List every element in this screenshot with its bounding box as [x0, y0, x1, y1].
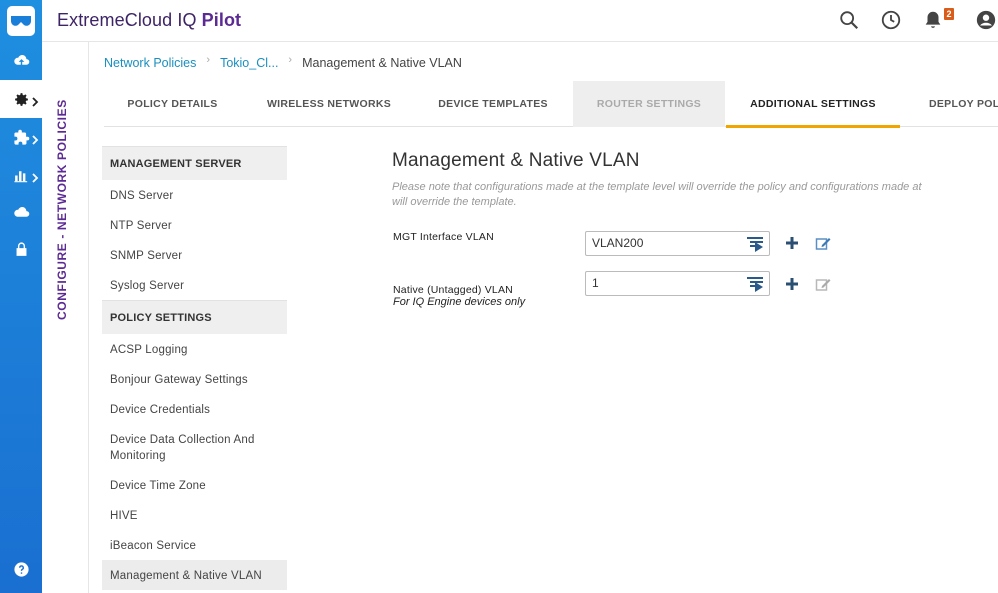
menu-item-acsp-logging[interactable]: ACSP Logging [102, 334, 287, 364]
chevron-right-icon [31, 132, 39, 145]
main-panel: Management & Native VLAN Please note tha… [392, 150, 998, 210]
breadcrumb: Network Policies › Tokio_Cl... › Managem… [104, 54, 462, 70]
tab-deploy-policy[interactable]: DEPLOY POLIC [918, 81, 998, 127]
override-note-continued: will override the template. [392, 196, 517, 208]
breadcrumb-current: Management & Native VLAN [302, 56, 462, 70]
tab-wireless-networks[interactable]: WIRELESS NETWORKS [254, 81, 404, 127]
menu-item-snmp-server[interactable]: SNMP Server [102, 240, 287, 270]
native-vlan-label: Native (Untagged) VLAN [393, 284, 513, 296]
breadcrumb-separator-icon: › [288, 54, 293, 66]
object-picker-icon[interactable] [747, 276, 765, 292]
policy-tabs: POLICY DETAILS WIRELESS NETWORKS DEVICE … [104, 81, 998, 128]
menu-item-dns-server[interactable]: DNS Server [102, 180, 287, 210]
puzzle-icon[interactable] [0, 118, 42, 156]
settings-menu: MANAGEMENT SERVER DNS Server NTP Server … [102, 146, 287, 590]
menu-item-hive[interactable]: HIVE [102, 500, 287, 530]
edit-native-vlan-icon [815, 276, 831, 292]
menu-item-ibeacon-service[interactable]: iBeacon Service [102, 530, 287, 560]
help-icon[interactable] [0, 550, 42, 588]
tab-additional-settings[interactable]: ADDITIONAL SETTINGS [726, 81, 900, 128]
menu-item-device-time-zone[interactable]: Device Time Zone [102, 470, 287, 500]
tab-device-templates[interactable]: DEVICE TEMPLATES [422, 81, 564, 127]
mgt-vlan-select[interactable]: VLAN200 [585, 231, 770, 256]
menu-item-device-data-collection[interactable]: Device Data Collection And Monitoring [102, 424, 287, 470]
extreme-logo-icon[interactable] [7, 6, 35, 36]
native-vlan-sublabel-text: For IQ Engine devices only [393, 296, 526, 308]
configure-gear-icon[interactable] [0, 80, 42, 118]
lock-icon[interactable] [0, 230, 42, 268]
native-vlan-sublabel: For IQ Engine devices only [393, 296, 525, 308]
chevron-right-icon [31, 94, 39, 107]
mgt-vlan-label: MGT Interface VLAN [393, 231, 494, 243]
menu-section-policy-settings: POLICY SETTINGS [102, 300, 287, 334]
mgt-vlan-value: VLAN200 [592, 236, 644, 250]
breadcrumb-policy[interactable]: Tokio_Cl... [220, 56, 278, 70]
left-nav-rail [0, 0, 42, 593]
menu-item-management-native-vlan[interactable]: Management & Native VLAN [102, 560, 287, 590]
chevron-right-icon [31, 170, 39, 183]
menu-item-syslog-server[interactable]: Syslog Server [102, 270, 287, 300]
brand-prefix: ExtremeCloud IQ [57, 10, 202, 30]
native-vlan-value: 1 [592, 276, 599, 290]
menu-item-device-credentials[interactable]: Device Credentials [102, 394, 287, 424]
page-title: Management & Native VLAN [392, 150, 640, 171]
section-strip: CONFIGURE - NETWORK POLICIES [42, 42, 89, 593]
section-strip-label: CONFIGURE - NETWORK POLICIES [55, 99, 69, 320]
edit-mgt-vlan-icon[interactable] [815, 235, 831, 251]
add-mgt-vlan-icon[interactable] [785, 236, 799, 250]
user-account-icon[interactable] [975, 9, 997, 31]
cloud-icon[interactable] [0, 193, 42, 231]
tab-policy-details[interactable]: POLICY DETAILS [104, 81, 241, 127]
breadcrumb-network-policies[interactable]: Network Policies [104, 56, 196, 70]
add-native-vlan-icon[interactable] [785, 277, 799, 291]
menu-section-management-server: MANAGEMENT SERVER [102, 146, 287, 180]
override-note: Please note that configurations made at … [392, 181, 922, 193]
brand-suffix: Pilot [201, 10, 242, 30]
menu-item-bonjour-gateway[interactable]: Bonjour Gateway Settings [102, 364, 287, 394]
notification-badge: 2 [944, 8, 954, 20]
tab-router-settings: ROUTER SETTINGS [573, 81, 725, 127]
cloud-upload-icon[interactable] [0, 41, 42, 79]
clock-icon[interactable] [880, 9, 902, 31]
breadcrumb-separator-icon: › [206, 54, 211, 66]
object-picker-icon[interactable] [747, 236, 765, 252]
app-brand[interactable]: ExtremeCloud IQ Pilot [57, 10, 241, 31]
notification-bell-icon[interactable] [922, 9, 944, 31]
menu-item-ntp-server[interactable]: NTP Server [102, 210, 287, 240]
bar-chart-icon[interactable] [0, 156, 42, 194]
search-icon[interactable] [838, 9, 860, 31]
native-vlan-select[interactable]: 1 [585, 271, 770, 296]
